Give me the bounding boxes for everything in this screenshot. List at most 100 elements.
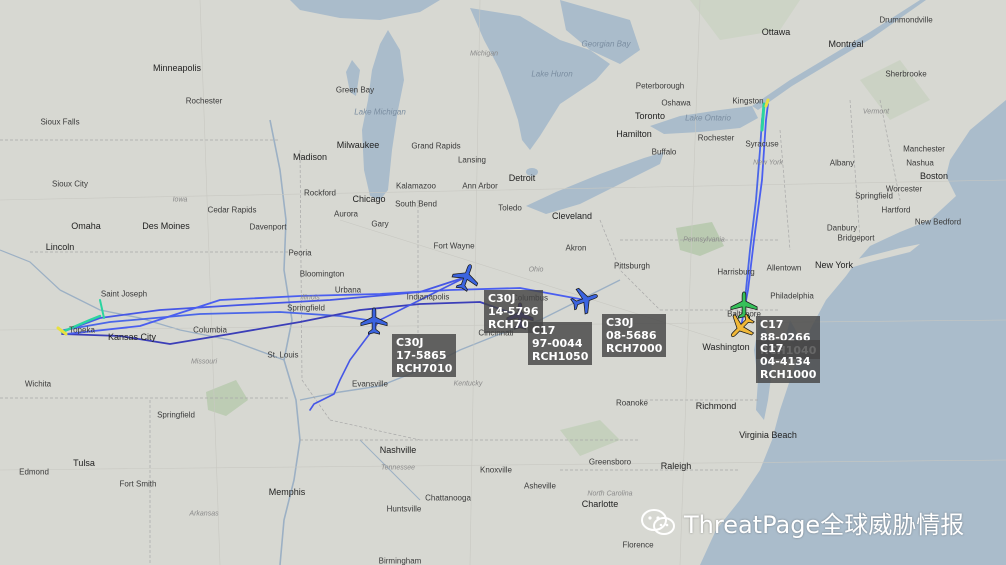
city-label: Greensboro — [588, 457, 632, 467]
aircraft-label-line: 08-5686 — [606, 329, 657, 342]
watermark-text: ThreatPage全球威胁情报 — [684, 511, 965, 539]
city-label: Kalamazoo — [395, 181, 437, 191]
aircraft-label-line: RCH7000 — [606, 342, 663, 355]
aircraft-icon[interactable] — [451, 262, 481, 292]
city-label: Pittsburgh — [613, 261, 651, 271]
aircraft-label-line: C17 — [760, 318, 784, 331]
city-label: Cedar Rapids — [207, 205, 257, 215]
aircraft-label-line: RCH7010 — [396, 362, 453, 375]
city-label: Fort Smith — [119, 479, 157, 489]
city-label: Topeka — [69, 325, 95, 335]
aircraft-label[interactable]: C17 04-4134 RCH1000 — [756, 340, 821, 383]
city-label: Toronto — [634, 111, 666, 121]
city-label: Lake Ontario — [685, 113, 731, 123]
city-label: Kentucky — [453, 380, 483, 388]
airplane-icon — [360, 307, 388, 335]
city-label: Kingston — [732, 96, 764, 106]
flight-tracker-map[interactable]: Ottawa Montréal Drummondville Sherbrooke Min… — [0, 0, 1006, 565]
city-label: Edmond — [19, 467, 49, 477]
city-label: Ottawa — [761, 27, 791, 37]
aircraft-label-line: C17 — [760, 342, 784, 355]
city-label: Raleigh — [660, 461, 692, 471]
city-label: Birmingham — [378, 556, 422, 565]
aircraft-label-line: 04-4134 — [760, 355, 811, 368]
city-label: Asheville — [523, 481, 557, 491]
city-label: Bloomington — [299, 269, 345, 279]
aircraft-icon[interactable] — [726, 312, 756, 342]
city-label: Philadelphia — [770, 291, 814, 301]
city-label: Nashua — [906, 158, 934, 168]
city-label: Bridgeport — [837, 233, 875, 243]
city-label: Sherbrooke — [885, 69, 927, 79]
city-label: Buffalo — [651, 147, 677, 157]
airplane-icon — [730, 313, 755, 338]
city-label: Chicago — [352, 194, 386, 204]
city-label: Omaha — [71, 221, 101, 231]
city-label: Pennsylvania — [683, 236, 725, 244]
city-label: New York — [753, 159, 783, 167]
city-label: Iowa — [172, 196, 188, 204]
aircraft-label-line: RCH1050 — [532, 350, 589, 363]
city-label: Green Bay — [335, 85, 375, 95]
city-label: Lake Huron — [531, 69, 573, 79]
city-label: Vermont — [862, 108, 890, 116]
city-label: Manchester — [903, 144, 945, 154]
city-label: Missouri — [190, 358, 218, 366]
city-label: Oshawa — [661, 98, 691, 108]
aircraft-label[interactable]: C30J 08-5686 RCH7000 — [602, 314, 667, 357]
city-label: Urbana — [334, 285, 362, 295]
city-label: New York — [814, 260, 854, 270]
city-label: Minneapolis — [152, 63, 202, 73]
watermark: ThreatPage全球威胁情报 — [640, 505, 964, 540]
city-label: Syracuse — [745, 139, 779, 149]
city-label: Springfield — [157, 410, 195, 420]
airplane-icon — [570, 287, 598, 315]
city-label: Illinois — [300, 294, 320, 302]
city-label: Huntsville — [386, 504, 422, 514]
aircraft-icon[interactable] — [570, 285, 600, 315]
city-label: Lincoln — [45, 242, 75, 252]
aircraft-label-line: C30J — [488, 292, 516, 305]
city-label: Charlotte — [581, 499, 619, 509]
city-label: Knoxville — [479, 465, 513, 475]
aircraft-label[interactable]: C17 97-0044 RCH1050 — [528, 322, 593, 365]
city-label: New Bedford — [914, 217, 962, 227]
aircraft-label-line: C30J — [396, 336, 424, 349]
city-label: Danbury — [826, 223, 858, 233]
city-label: Indianapolis — [406, 292, 450, 302]
city-label: Ann Arbor — [462, 181, 498, 191]
aircraft-label-line: C17 — [532, 324, 556, 337]
city-label: North Carolina — [587, 490, 633, 498]
aircraft-label-line: C30J — [606, 316, 634, 329]
city-label: Rochester — [185, 96, 223, 106]
city-label: Rockford — [303, 188, 337, 198]
aircraft-label-line: 17-5865 — [396, 349, 447, 362]
city-label: Chattanooga — [425, 493, 471, 503]
aircraft-label-line: 97-0044 — [532, 337, 583, 350]
aircraft-label[interactable]: C30J 17-5865 RCH7010 — [392, 334, 457, 377]
city-label: Aurora — [333, 209, 359, 219]
aircraft-label-line: 14-5796 — [488, 305, 539, 318]
city-label: Roanoke — [615, 398, 649, 408]
city-label: Detroit — [508, 173, 536, 183]
aircraft-icon[interactable] — [359, 306, 389, 336]
city-label: Lake Michigan — [354, 107, 406, 117]
city-label: Springfield — [287, 303, 325, 313]
city-label: Washington — [702, 342, 750, 352]
city-label: Grand Rapids — [411, 141, 461, 151]
city-label: Memphis — [268, 487, 306, 497]
city-label: Montréal — [828, 39, 864, 49]
wechat-icon — [641, 508, 675, 535]
city-label: Wichita — [24, 379, 52, 389]
city-label: Richmond — [695, 401, 737, 411]
city-label: Sioux City — [51, 179, 89, 189]
city-label: Peoria — [288, 248, 312, 258]
city-label: Peterborough — [635, 81, 685, 91]
city-label: Saint Joseph — [100, 289, 148, 299]
city-label: Harrisburg — [717, 267, 755, 277]
city-label: St. Louis — [267, 350, 299, 360]
city-label: Michigan — [469, 50, 499, 58]
city-label: Akron — [565, 243, 587, 253]
city-label: Kansas City — [107, 332, 157, 342]
city-label: Rochester — [697, 133, 735, 143]
